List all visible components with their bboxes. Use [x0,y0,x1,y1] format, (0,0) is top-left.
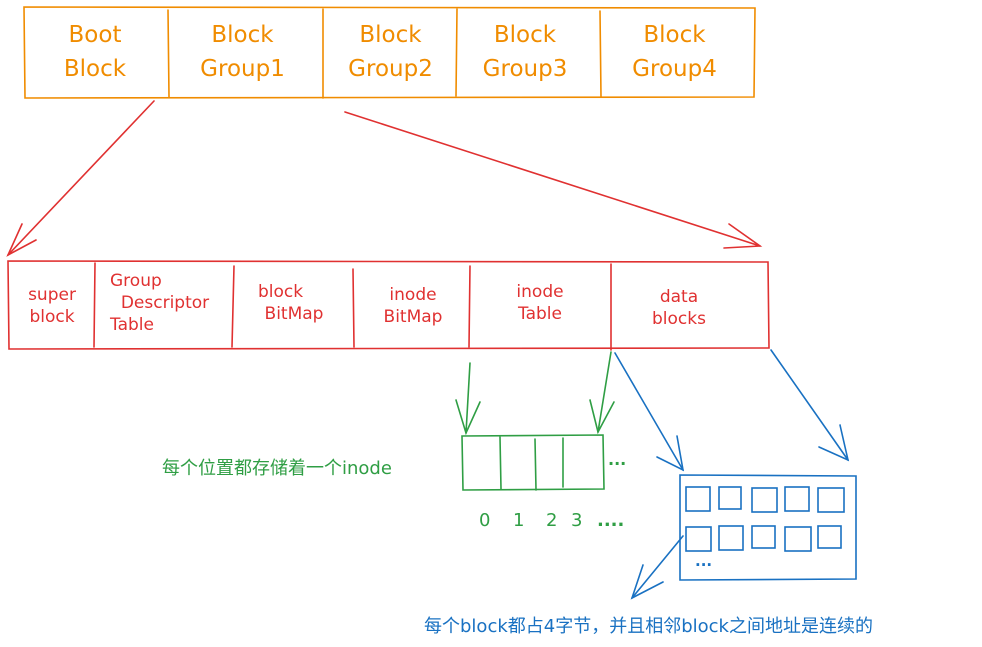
disk-cell-label: Boot [68,22,122,48]
block-group-divider [93,262,96,348]
disk-cell-block-group-3: Block Group3 [460,18,590,86]
disk-layout-divider [167,9,170,98]
arrowhead [656,435,685,472]
expand-arrow-right [344,111,761,247]
inode-index: 3 [571,510,583,531]
block-group-divider [352,268,355,348]
note-arrow [631,535,684,599]
group-cell-label: Table [110,315,154,335]
inode-index: 0 [479,510,491,531]
inode-slots-border [461,434,605,491]
inode-index: 1 [513,510,525,531]
data-blocks-note: 每个block都占4字节，并且相邻block之间地址是连续的 [424,616,873,637]
data-block [817,487,845,513]
group-cell-label: Table [518,304,562,324]
data-block [751,525,776,549]
disk-cell-boot-block: Boot Block [40,18,150,86]
disk-layout-divider [455,8,458,97]
block-group-divider [231,265,235,348]
group-cell-label: inode [389,285,437,305]
disk-cell-label: Block [643,22,706,48]
inode-slots-ellipsis: ... [608,450,627,469]
group-cell-label: block [258,282,304,302]
group-cell-data-blocks: data blocks [620,286,738,330]
group-cell-block-bitmap: block BitMap [238,281,350,325]
group-cell-label: inode [516,282,564,302]
group-cell-super-block: super block [14,284,90,328]
inode-arrows [455,351,615,436]
block-group-divider [468,265,471,348]
inode-slot-divider [534,438,537,491]
group-cell-label: block [29,307,75,327]
group-cell-label: Group [110,271,162,291]
data-block [817,525,842,549]
group-cell-label: blocks [652,309,706,329]
group-cell-label: BitMap [383,307,443,327]
data-block [751,487,778,513]
expand-arrows [6,100,763,257]
group-cell-inode-table: inode Table [474,281,606,325]
data-block [685,526,712,552]
inode-index: 2 [546,510,558,531]
data-block [685,486,711,512]
group-cell-inode-bitmap: inode BitMap [358,284,468,328]
disk-cell-label: Block [63,56,127,82]
disk-cell-block-group-2: Block Group2 [327,18,454,86]
disk-cell-label: Block [493,22,557,48]
disk-cell-block-group-4: Block Group4 [607,18,742,86]
data-block [784,486,810,512]
disk-cell-label: Block [211,22,274,48]
disk-cell-block-group-1: Block Group1 [180,18,305,86]
inode-arrow-left [465,362,471,434]
inode-slots [461,434,605,491]
group-cell-label: super [28,285,76,305]
disk-cell-label: Group2 [348,56,433,82]
disk-cell-label: Group4 [632,56,717,82]
expand-arrow-left [7,100,155,256]
group-cell-label: BitMap [264,304,324,324]
data-blocks-ellipsis: ... [695,552,713,570]
disk-cell-label: Group1 [200,56,285,82]
inode-index: .... [597,510,625,531]
data-arrows [614,349,850,600]
disk-cell-label: Block [359,22,422,48]
inode-slot-divider [499,436,502,490]
group-cell-label: data [659,287,699,307]
data-arrow-right [770,349,849,461]
group-cell-label: Descriptor [120,293,210,313]
disk-layout-divider [599,10,602,98]
disk-cell-label: Group3 [482,56,568,82]
group-cell-group-descriptor-table: Group Descriptor Table [98,270,232,336]
inode-note: 每个位置都存储着一个inode [162,458,392,479]
data-block [718,525,744,551]
data-block [718,486,742,510]
data-block [784,526,812,552]
